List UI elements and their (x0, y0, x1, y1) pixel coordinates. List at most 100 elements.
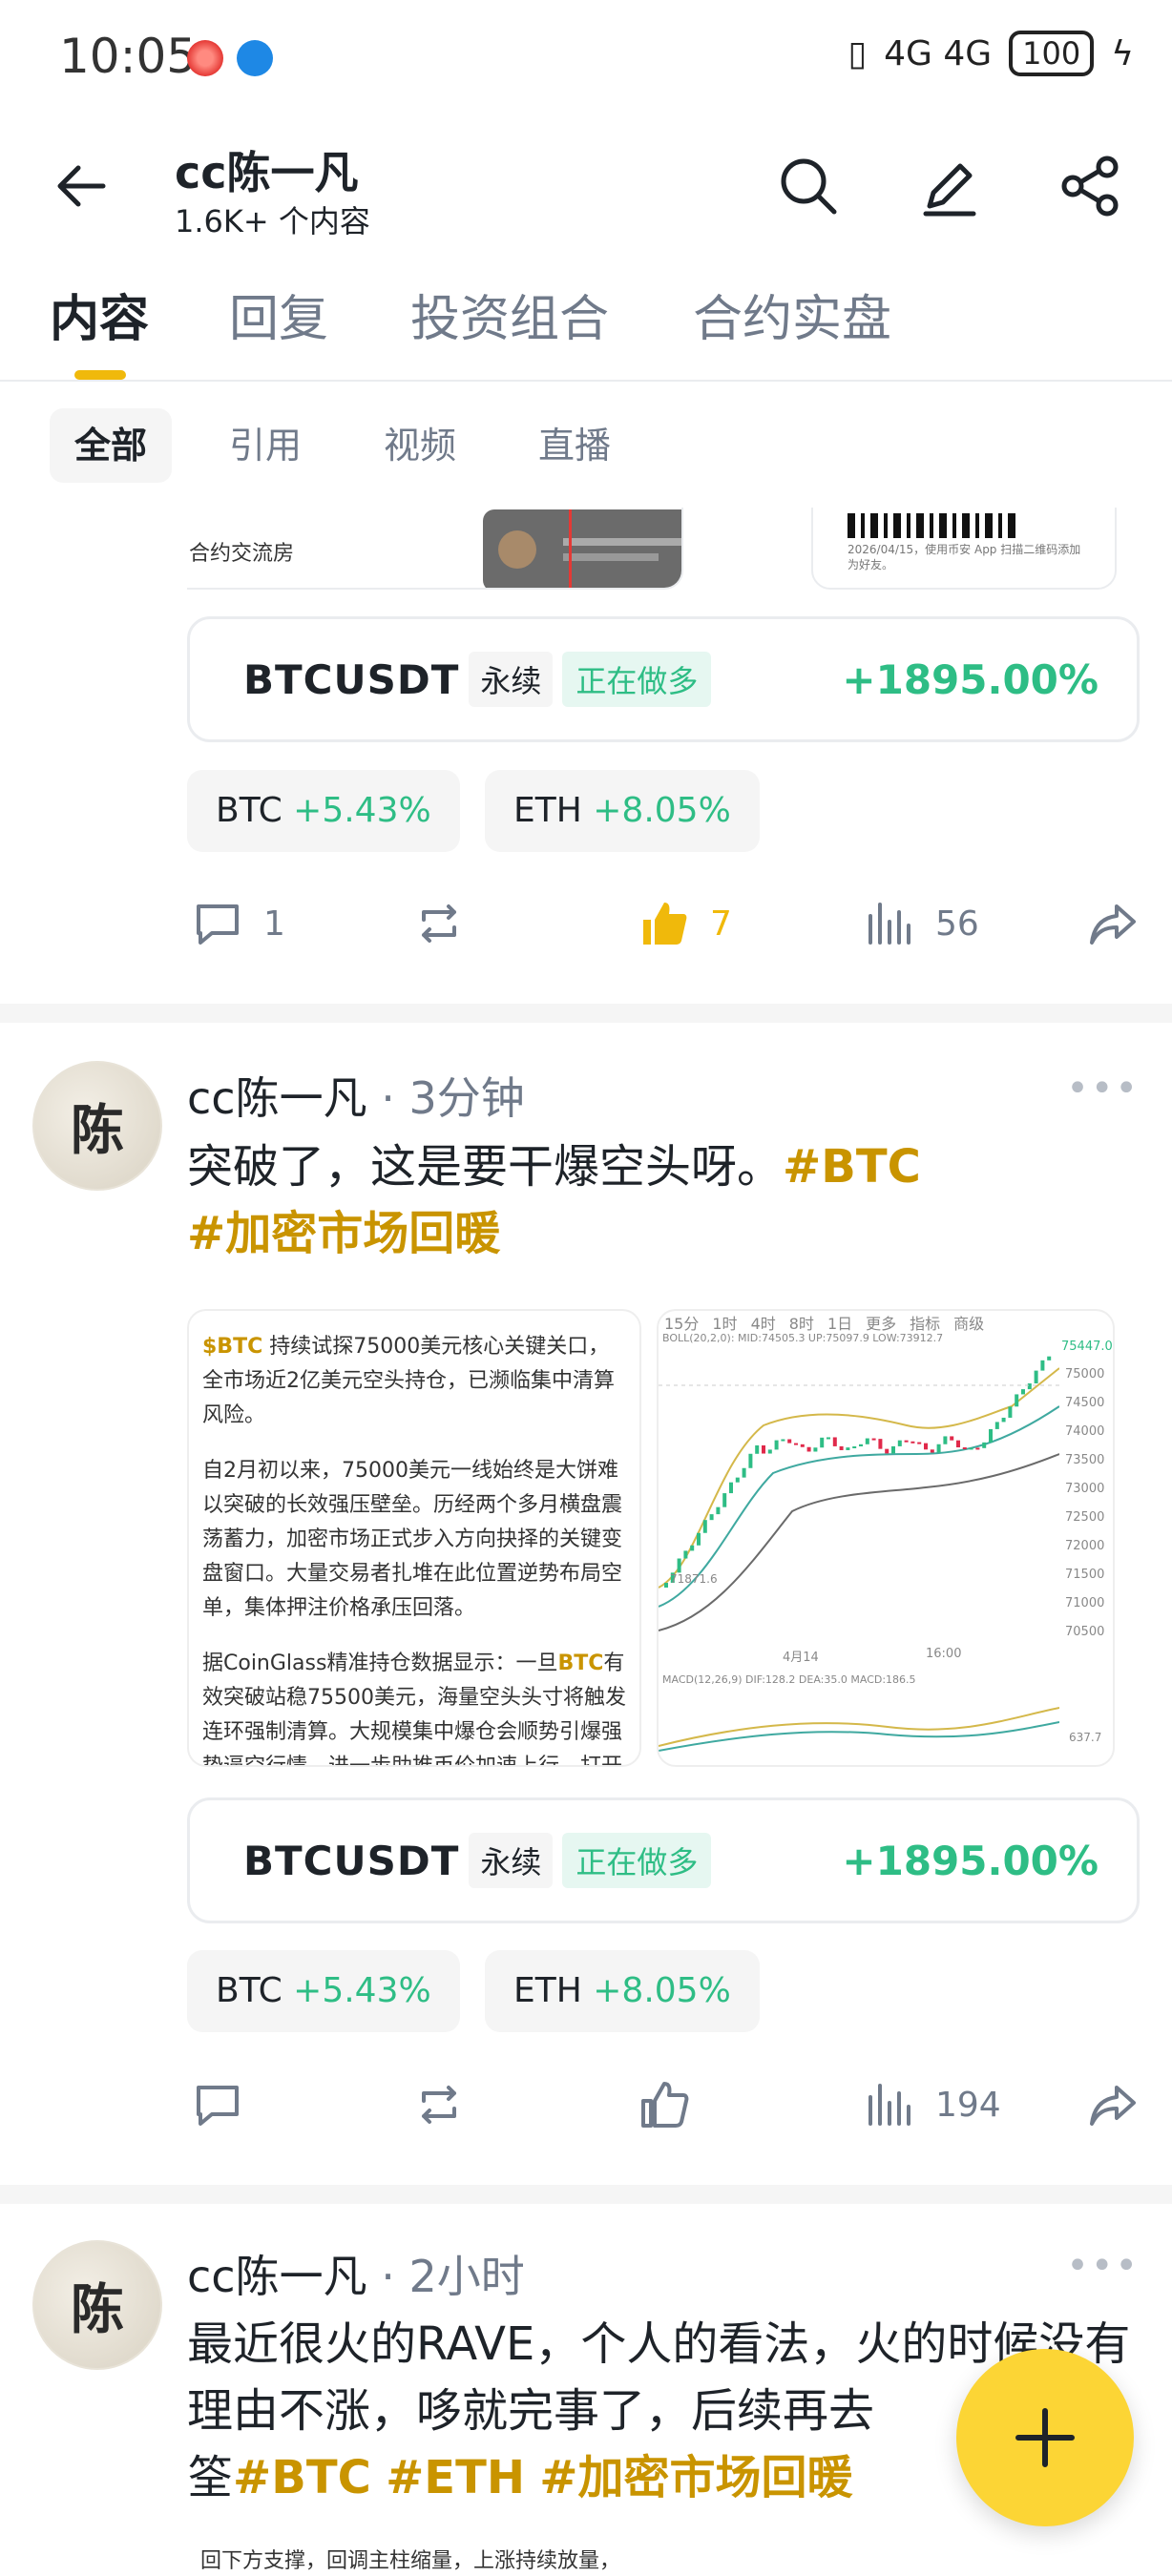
candle (794, 1443, 798, 1445)
coin-chip-eth[interactable]: ETH +8.05% (485, 770, 760, 852)
post-text[interactable]: 突破了，这是要干爆空头呀。#BTC #加密市场回暖 (187, 1133, 1132, 1267)
more-options-icon[interactable]: ••• (1066, 2244, 1140, 2288)
post-author[interactable]: cc陈一凡 · 2小时 (187, 2242, 525, 2305)
boll-indicator: BOLL(20,2,0): MID:74505.3 UP:75097.9 LOW… (662, 1332, 944, 1344)
views-indicator: 194 (863, 2078, 1001, 2131)
candle (943, 1436, 948, 1444)
post-image-preview[interactable]: 回下方支撑，回调主柱缩量，上涨持续放量， (200, 2549, 649, 2576)
profile-title: cc陈一凡 (175, 147, 359, 198)
qr-image-thumbnail[interactable]: 2026/04/15，使用币安 App 扫描二维码添加为好友。 (811, 508, 1117, 590)
filter-all[interactable]: 全部 (50, 408, 173, 483)
chart-tab: 15分 (664, 1315, 700, 1333)
tab-content[interactable]: 内容 (50, 279, 149, 350)
like-count: 7 (710, 904, 732, 944)
coin-change: +8.05% (593, 791, 731, 830)
filter-videos[interactable]: 视频 (359, 408, 481, 483)
coin-name: BTC (216, 1971, 283, 2010)
search-icon[interactable] (775, 153, 842, 219)
post-image-strip[interactable]: 合约交流房 2026/04/15，使用币安 App 扫描二维码添加为好友。 (187, 508, 1141, 590)
position-symbol: BTCUSDT (243, 1837, 460, 1884)
post-body: 筌 (187, 2451, 234, 2504)
position-card[interactable]: BTCUSDT 永续 正在做多 +1895.00% (187, 1797, 1140, 1923)
like-button-active[interactable]: 7 (638, 897, 732, 950)
like-button[interactable] (638, 2078, 691, 2131)
position-card[interactable]: BTCUSDT 永续 正在做多 +1895.00% (187, 616, 1140, 742)
hashtag-link[interactable]: #ETH (386, 2451, 525, 2504)
author-name: cc陈一凡 (187, 2251, 367, 2302)
candle (742, 1467, 746, 1478)
share-icon[interactable] (1057, 153, 1124, 219)
position-status-badge: 正在做多 (562, 652, 712, 707)
candle (846, 1447, 850, 1450)
repost-button[interactable] (412, 2078, 466, 2131)
views-bars-icon (869, 2084, 910, 2126)
candle (878, 1439, 883, 1449)
vpn-key-icon (237, 40, 273, 76)
hashtag-link[interactable]: #BTC (783, 1140, 921, 1194)
candle (820, 1437, 825, 1448)
battery-indicator: 100 (1009, 31, 1095, 76)
repost-icon (422, 2086, 456, 2124)
hashtag-link[interactable]: #BTC (233, 2451, 371, 2504)
comment-button[interactable] (191, 2078, 244, 2131)
filter-live[interactable]: 直播 (513, 408, 636, 483)
view-count: 56 (935, 904, 979, 944)
new-post-button[interactable] (956, 2349, 1134, 2526)
edit-pencil-icon[interactable] (916, 153, 983, 219)
price-tick: 74500 (1065, 1396, 1105, 1410)
comment-button[interactable]: 1 (191, 897, 285, 950)
coin-chip-btc[interactable]: BTC +5.43% (187, 770, 460, 852)
candle (962, 1447, 967, 1450)
position-status-badge: 正在做多 (562, 1833, 712, 1888)
chart-tab: 指标 (910, 1315, 941, 1333)
price-tick: 71500 (1065, 1568, 1105, 1582)
price-tick: 75000 (1065, 1367, 1105, 1381)
article-image-card[interactable]: $BTC 持续试探75000美元核心关键关口，全市场近2亿美元空头持仓，已濒临集… (187, 1309, 641, 1767)
share-post-button[interactable] (1086, 2078, 1140, 2131)
views-bars-icon (869, 903, 910, 945)
candle (950, 1436, 954, 1441)
qr-caption: 2026/04/15，使用币安 App 扫描二维码添加为好友。 (848, 543, 1081, 571)
tab-portfolio[interactable]: 投资组合 (410, 279, 609, 350)
author-avatar[interactable]: 陈 (32, 1061, 162, 1191)
network-signal-icon: 4G 4G (884, 33, 993, 73)
post-time: · 3分钟 (381, 1072, 525, 1124)
article-paragraph: $BTC 持续试探75000美元核心关键关口，全市场近2亿美元空头持仓，已濒临集… (202, 1330, 626, 1433)
filter-quotes[interactable]: 引用 (204, 408, 326, 483)
comment-icon (197, 2086, 239, 2126)
candle (806, 1446, 811, 1452)
author-avatar[interactable]: 陈 (32, 2240, 162, 2370)
low-price-label: 71871.6 (670, 1572, 718, 1586)
position-type-badge: 永续 (469, 652, 554, 707)
post-time: · 2小时 (381, 2251, 525, 2302)
qr-code-icon (848, 513, 1019, 538)
share-post-button[interactable] (1086, 897, 1140, 950)
candle (755, 1444, 760, 1454)
more-options-icon[interactable]: ••• (1066, 1067, 1140, 1111)
repost-button[interactable] (412, 897, 466, 950)
vibrate-icon: ▯ (848, 33, 868, 73)
progress-marker (569, 509, 572, 588)
active-tab-indicator (74, 370, 126, 380)
tab-replies[interactable]: 回复 (229, 279, 328, 350)
coin-chip-btc[interactable]: BTC +5.43% (187, 1950, 460, 2032)
coin-chip-eth[interactable]: ETH +8.05% (485, 1950, 760, 2032)
image-thumbnail[interactable]: 合约交流房 (187, 508, 683, 590)
notification-app-icon (187, 40, 223, 76)
candle (716, 1506, 721, 1515)
candle (994, 1422, 999, 1429)
tab-futures-live[interactable]: 合约实盘 (693, 279, 891, 350)
article-paragraph: 据CoinGlass精准持仓数据显示：一旦BTC有效突破站稳75500美元，海量… (202, 1647, 626, 1765)
chart-tab: 商级 (953, 1315, 985, 1333)
candle (683, 1550, 688, 1559)
profile-content-count: 1.6K+ 个内容 (175, 203, 370, 239)
video-thumbnail[interactable] (483, 509, 681, 588)
chart-image-card[interactable]: 15分 1时 4时 8时 1日 更多 指标 商级 BOLL(20,2,0): M… (657, 1309, 1115, 1767)
coin-name: ETH (513, 791, 582, 830)
hashtag-link[interactable]: #加密市场回暖 (539, 2451, 852, 2504)
post-author[interactable]: cc陈一凡 · 3分钟 (187, 1064, 525, 1127)
hashtag-link[interactable]: #加密市场回暖 (187, 1207, 500, 1260)
position-type-badge: 永续 (469, 1833, 554, 1888)
share-arrow-icon (1090, 904, 1136, 945)
back-arrow-icon[interactable] (48, 153, 115, 219)
